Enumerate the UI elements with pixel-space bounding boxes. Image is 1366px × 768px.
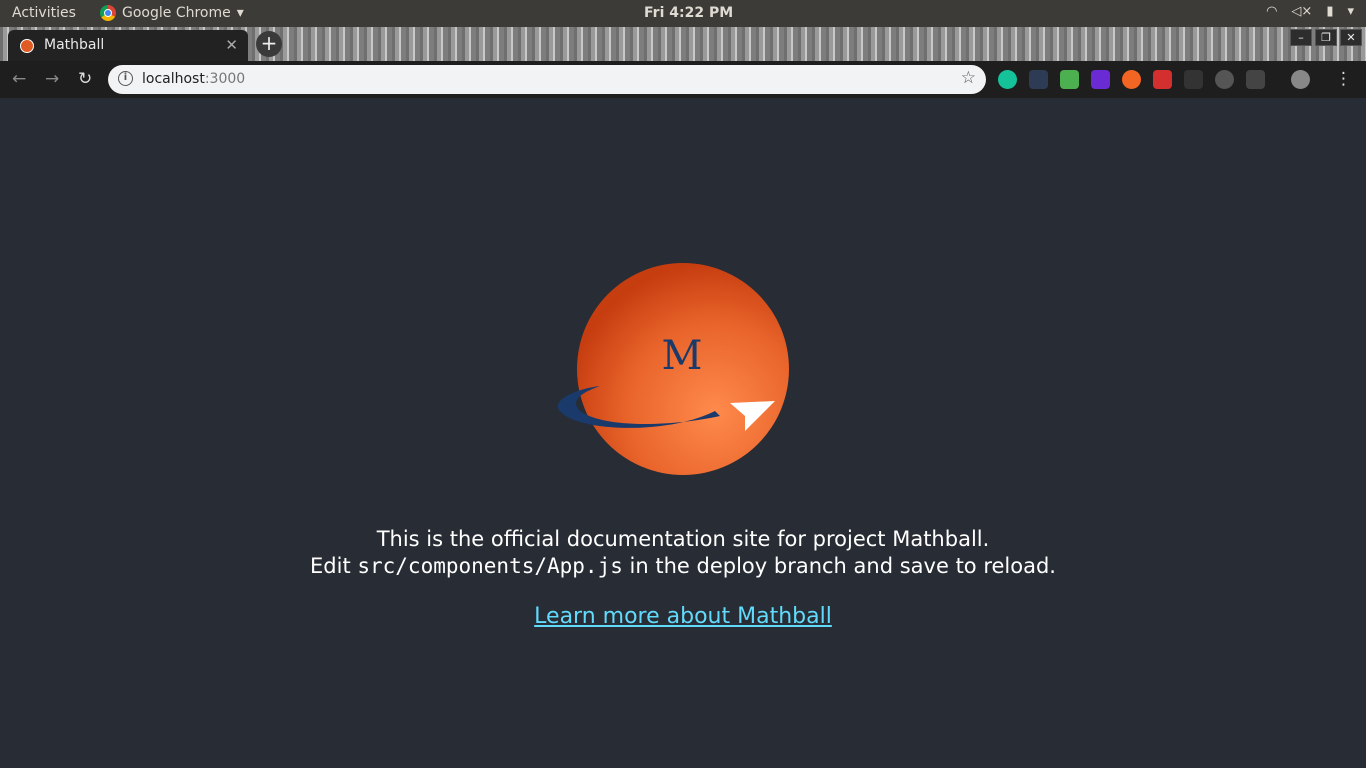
intro-text: This is the official documentation site … [0,526,1366,580]
clock[interactable]: Fri 4:22 PM [644,5,733,21]
activities-button[interactable]: Activities [12,5,76,21]
page-content: M This is the official documentation sit… [0,98,1366,768]
profile-avatar[interactable] [1291,70,1310,89]
download-icon[interactable] [1060,70,1079,89]
new-tab-button[interactable]: + [256,31,282,57]
bookmark-star-icon[interactable]: ☆ [961,68,976,88]
app-menu[interactable]: Google Chrome ▾ [100,5,244,21]
back-arrow-icon[interactable]: ← [12,69,26,89]
extension-icon[interactable] [1215,70,1234,89]
learn-more-container: Learn more about Mathball [0,604,1366,629]
wifi-icon: ◠ [1266,4,1278,19]
extensions [998,70,1310,89]
file-path-code: src/components/App.js [357,554,623,578]
restore-button[interactable]: ❐ [1315,29,1337,46]
browser-toolbar: ← → ↻ i localhost:3000 ☆ ⋮ [0,61,1366,98]
reload-icon[interactable]: ↻ [78,69,92,89]
minimize-button[interactable]: – [1290,29,1312,46]
learn-more-link[interactable]: Learn more about Mathball [534,604,832,629]
system-tray[interactable]: ◠ ◁× ▮ ▾ [1266,4,1354,19]
app-menu-label: Google Chrome [122,5,231,21]
more-menu-icon[interactable]: ⋮ [1335,69,1352,89]
extension-icon[interactable] [1246,70,1265,89]
mathball-logo: M [557,263,789,475]
info-icon[interactable]: i [118,71,133,86]
url-text[interactable]: localhost:3000 [142,71,245,87]
chevron-down-icon: ▾ [1347,4,1354,19]
address-bar[interactable]: i localhost:3000 ☆ [108,65,986,94]
intro-line-2: Edit src/components/App.js in the deploy… [310,554,1056,578]
tab-title: Mathball [44,37,105,53]
extension-icon[interactable] [1122,70,1141,89]
tab-strip: Mathball ✕ + – ❐ ✕ [0,27,1366,61]
favicon-icon [20,39,34,53]
close-tab-icon[interactable]: ✕ [225,36,238,54]
system-top-bar: Activities Google Chrome ▾ Fri 4:22 PM ◠… [0,0,1366,27]
extension-icon[interactable] [1091,70,1110,89]
extension-icon[interactable] [1029,70,1048,89]
chrome-icon [100,5,116,21]
forward-arrow-icon[interactable]: → [45,69,59,89]
close-window-button[interactable]: ✕ [1340,29,1362,46]
grammarly-icon[interactable] [998,70,1017,89]
intro-line-1: This is the official documentation site … [376,527,990,551]
extension-icon[interactable] [1184,70,1203,89]
tab-mathball[interactable]: Mathball ✕ [8,30,248,61]
battery-icon: ▮ [1326,4,1334,19]
volume-icon: ◁× [1291,4,1313,19]
chevron-down-icon: ▾ [236,5,244,21]
extension-icon[interactable] [1153,70,1172,89]
logo-letter: M [662,333,703,379]
